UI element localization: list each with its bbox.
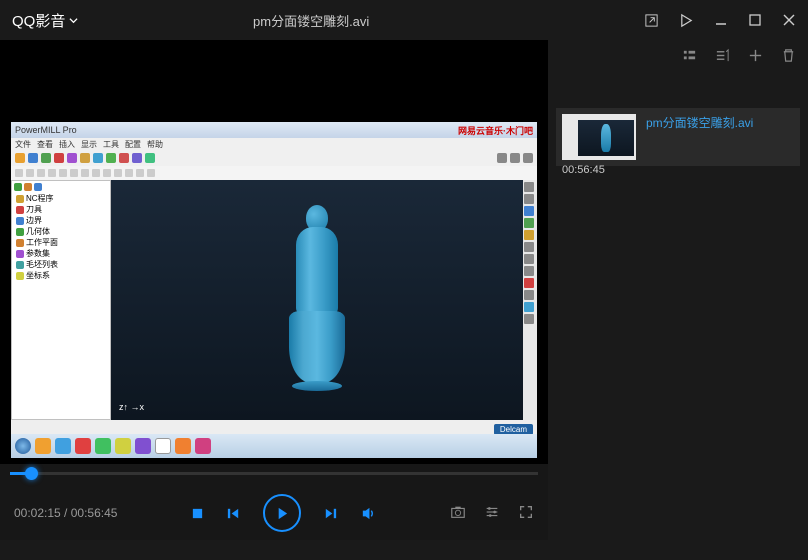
volume-icon: [360, 505, 377, 522]
play-icon: [274, 506, 289, 521]
inner-toolbar-2: [11, 166, 537, 180]
playlist-item-name: pm分面镂空雕刻.avi: [646, 114, 753, 131]
next-button[interactable]: [323, 506, 338, 521]
maximize-button[interactable]: [748, 13, 762, 27]
playlist-add-button[interactable]: [748, 48, 763, 66]
mini-mode-button[interactable]: [644, 13, 659, 28]
inner-3d-viewport: z↑ →x: [111, 180, 523, 420]
time-display: 00:02:15 / 00:56:45: [14, 506, 117, 520]
statue-model: [287, 205, 347, 395]
tree-item: 几何体: [14, 226, 108, 237]
settings-button[interactable]: [484, 504, 500, 523]
inner-tree-panel: NC程序 刀具 边界 几何体 工作平面 参数集 毛坯列表 坐标系: [11, 180, 111, 420]
playlist-thumbnail: 00:56:45: [562, 114, 636, 160]
list-icon: [682, 48, 697, 63]
stop-icon: [191, 507, 204, 520]
file-title: pm分面镂空雕刻.avi: [0, 11, 644, 30]
current-time: 00:02:15: [14, 506, 61, 520]
previous-icon: [226, 506, 241, 521]
close-icon: [782, 13, 796, 27]
video-frame-content: PowerMILL Pro 网易云音乐·木门吧 文件查看插入显示工具配置帮助 N…: [11, 122, 537, 458]
playlist-item-duration: 00:56:45: [562, 164, 605, 176]
mini-mode-icon: [644, 13, 659, 28]
playlist-delete-button[interactable]: [781, 48, 796, 66]
tree-item: NC程序: [14, 193, 108, 204]
inner-toolbar-1: [11, 150, 537, 166]
playlist-view-button[interactable]: [682, 48, 697, 66]
inner-taskbar: [11, 434, 537, 458]
tree-item: 坐标系: [14, 270, 108, 281]
trash-icon: [781, 48, 796, 63]
progress-bar[interactable]: [0, 464, 548, 486]
total-time: 00:56:45: [71, 506, 118, 520]
inner-app-title: PowerMILL Pro: [15, 125, 77, 135]
inner-corner-text: 网易云音乐·木门吧: [458, 124, 533, 137]
tree-item: 毛坯列表: [14, 259, 108, 270]
volume-button[interactable]: [360, 505, 377, 522]
axis-indicator: z↑ →x: [119, 402, 144, 412]
sort-icon: [715, 48, 730, 63]
pin-icon: [679, 13, 694, 28]
play-button[interactable]: [263, 494, 301, 532]
minimize-button[interactable]: [714, 13, 728, 27]
settings-icon: [484, 504, 500, 520]
playlist-panel: 00:56:45 pm分面镂空雕刻.avi: [548, 40, 808, 540]
tree-item: 刀具: [14, 204, 108, 215]
playlist-sort-button[interactable]: [715, 48, 730, 66]
playlist-item[interactable]: 00:56:45 pm分面镂空雕刻.avi: [556, 108, 800, 166]
snapshot-button[interactable]: [450, 504, 466, 523]
video-viewport[interactable]: PowerMILL Pro 网易云音乐·木门吧 文件查看插入显示工具配置帮助 N…: [0, 40, 548, 540]
next-icon: [323, 506, 338, 521]
fullscreen-button[interactable]: [518, 504, 534, 523]
inner-side-toolbar: [523, 180, 537, 420]
previous-button[interactable]: [226, 506, 241, 521]
minimize-icon: [714, 13, 728, 27]
fullscreen-icon: [518, 504, 534, 520]
plus-icon: [748, 48, 763, 63]
inner-menubar: 文件查看插入显示工具配置帮助: [11, 138, 537, 150]
tree-item: 参数集: [14, 248, 108, 259]
snapshot-icon: [450, 504, 466, 520]
maximize-icon: [748, 13, 762, 27]
pin-button[interactable]: [679, 13, 694, 28]
tree-item: 边界: [14, 215, 108, 226]
tree-item: 工作平面: [14, 237, 108, 248]
close-button[interactable]: [782, 13, 796, 27]
stop-button[interactable]: [191, 507, 204, 520]
progress-thumb[interactable]: [25, 467, 38, 480]
